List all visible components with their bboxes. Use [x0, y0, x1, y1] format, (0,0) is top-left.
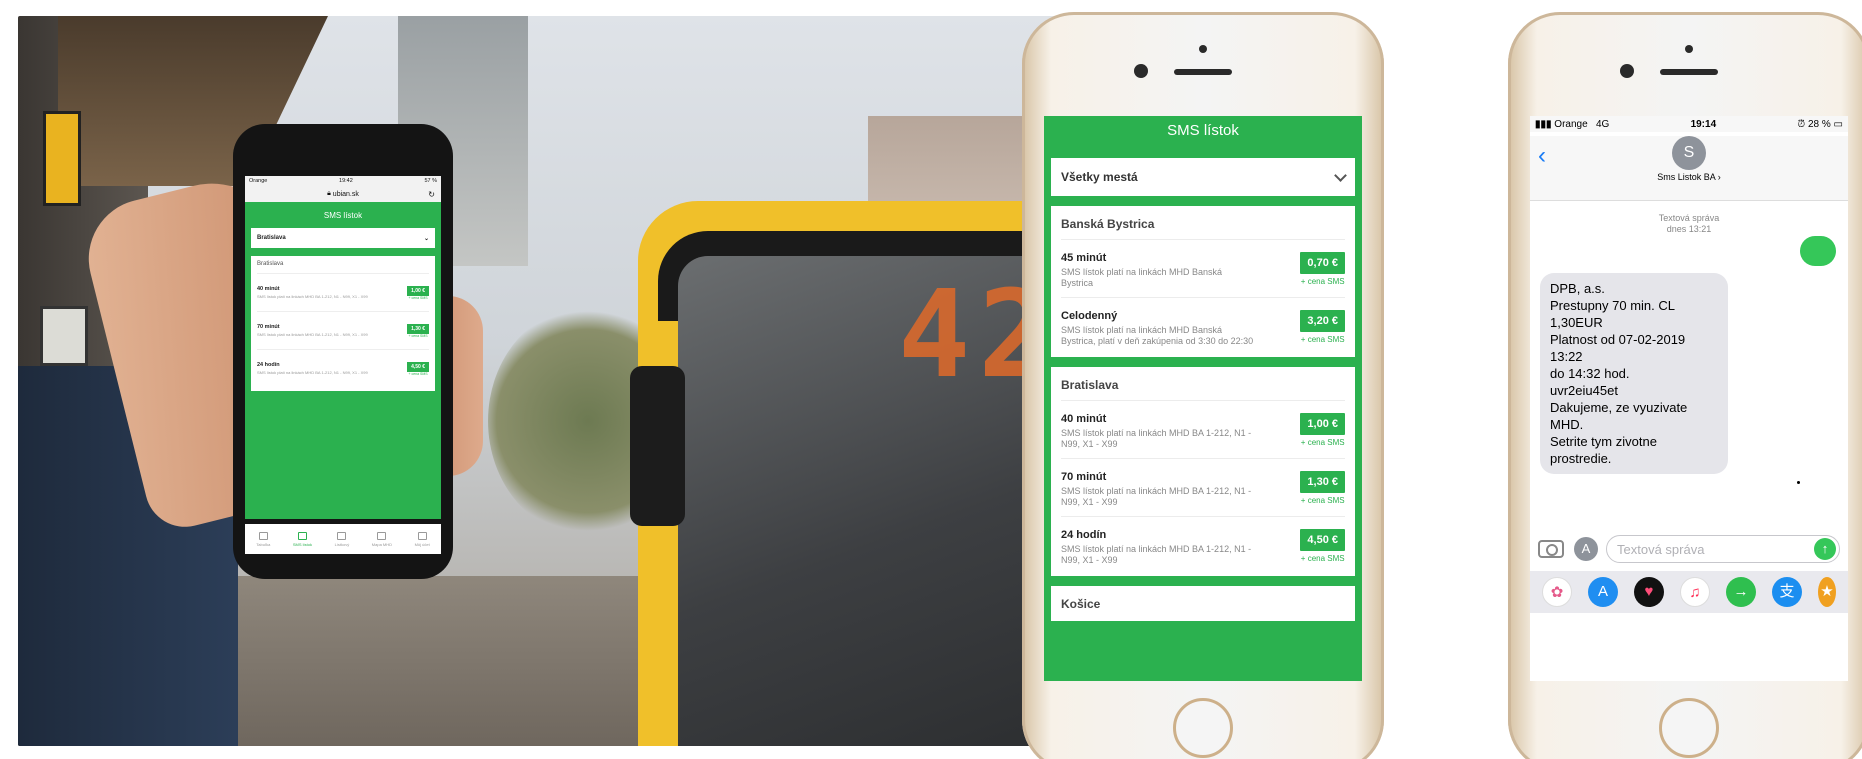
city-heading: Košice: [1061, 597, 1101, 611]
status-bar: ▮▮▮ Orange 4G 19:14 ⏰︎ 28 % ▭: [1530, 116, 1848, 132]
front-camera: [1134, 64, 1148, 78]
appstore-icon[interactable]: A: [1574, 537, 1598, 561]
bus-mirror: [630, 366, 685, 526]
extra-app-icon[interactable]: ★: [1818, 577, 1836, 607]
tab-timetable[interactable]: Tabuľka: [256, 531, 270, 547]
tab-sms-ticket[interactable]: SMS lístok: [293, 531, 312, 547]
proximity-sensor: [1685, 45, 1693, 53]
price-button[interactable]: 4,50 €: [407, 361, 429, 372]
signal-icon: ▮▮▮: [1535, 118, 1552, 130]
city-card-bratislava: Bratislava 40 minút SMS lístok platí na l…: [1051, 367, 1355, 576]
front-camera: [1620, 64, 1634, 78]
price-button[interactable]: 3,20 €: [1300, 310, 1345, 332]
status-bar: Orange 19:42 57 %: [245, 176, 441, 186]
home-button[interactable]: [1173, 698, 1233, 758]
stray-dot: [1797, 481, 1800, 484]
price-button[interactable]: 0,70 €: [1300, 252, 1345, 274]
user-icon: [417, 531, 427, 540]
street-photo: 42 Orange 19:42 57 % 🔒︎ ubian.sk ↻ SMS l…: [18, 16, 1088, 746]
price-button[interactable]: 1,30 €: [1300, 471, 1345, 493]
earpiece: [1174, 69, 1232, 75]
home-button[interactable]: [1659, 698, 1719, 758]
phone-frame-messages: ▮▮▮ Orange 4G 19:14 ⏰︎ 28 % ▭ ‹ S Sms Li…: [1508, 12, 1862, 759]
price-button[interactable]: 4,50 €: [1300, 529, 1345, 551]
avatar[interactable]: S: [1672, 136, 1706, 170]
proximity-sensor: [1199, 45, 1207, 53]
message-timestamp: Textová správa dnes 13:21: [1658, 213, 1720, 234]
street-sign: [43, 111, 81, 206]
page-title: SMS lístok: [1167, 122, 1239, 139]
handheld-phone: Orange 19:42 57 % 🔒︎ ubian.sk ↻ SMS líst…: [233, 124, 453, 579]
page-title: SMS lístok: [323, 211, 363, 220]
ticket-row[interactable]: Celodenný SMS lístok platí na linkách MHD…: [1061, 297, 1345, 355]
timetable-icon: [258, 531, 268, 540]
ticket-icon: [337, 531, 347, 540]
tab-bar: Tabuľka SMS lístok Lístkový Mapa MHD Môj…: [245, 524, 441, 554]
ticket-row[interactable]: 24 hodín SMS lístok platí na linkách MHD …: [257, 349, 429, 387]
transfer-app-icon[interactable]: →: [1726, 577, 1756, 607]
city-card-banska-bystrica: Banská Bystrica 45 minút SMS lístok platí…: [1051, 206, 1355, 357]
compose-bar: A Textová správa ↑: [1530, 534, 1848, 564]
tab-tickets[interactable]: Lístkový: [335, 531, 349, 547]
ticket-card: Bratislava 40 minút SMS lístok platí na l…: [251, 256, 435, 391]
map-icon: [377, 531, 387, 540]
battery-icon: ▭: [1833, 118, 1843, 130]
price-button[interactable]: 1,30 €: [407, 323, 429, 334]
ticket-row[interactable]: 70 minút SMS lístok platí na linkách MHD …: [257, 311, 429, 349]
trolleybus: 42: [638, 201, 1088, 746]
camera-icon[interactable]: [1538, 540, 1564, 558]
received-message-bubble[interactable]: DPB, a.s. Prestupny 70 min. CL 1,30EUR P…: [1540, 273, 1728, 474]
phone-frame-sms-app: SMS lístok Všetky mestá Banská Bystrica …: [1022, 12, 1384, 759]
tab-account[interactable]: Môj účet: [415, 531, 430, 547]
ticket-row[interactable]: 40 minút SMS lístok platí na linkách MHD …: [1061, 400, 1345, 458]
alarm-icon: ⏰︎: [1797, 118, 1806, 130]
city-heading: Banská Bystrica: [1061, 217, 1155, 231]
earpiece: [1660, 69, 1718, 75]
city-heading: Bratislava: [257, 261, 284, 267]
sms-ticket-screen: SMS lístok Všetky mestá Banská Bystrica …: [1044, 116, 1362, 681]
city-card-kosice: Košice: [1051, 586, 1355, 621]
house-number-sign: [40, 306, 88, 366]
photos-app-icon[interactable]: ✿: [1542, 577, 1572, 607]
message-input[interactable]: Textová správa ↑: [1606, 535, 1840, 563]
chevron-down-icon: ⌄: [423, 235, 429, 242]
lock-icon: 🔒︎: [327, 190, 331, 197]
composite-image: 42 Orange 19:42 57 % 🔒︎ ubian.sk ↻ SMS l…: [0, 0, 1862, 759]
price-button[interactable]: 1,00 €: [1300, 413, 1345, 435]
url-bar[interactable]: 🔒︎ ubian.sk ↻: [245, 186, 441, 202]
app-tray: ✿ A ♥ ♫ → 支 ★: [1530, 571, 1848, 613]
handheld-phone-screen: Orange 19:42 57 % 🔒︎ ubian.sk ↻ SMS líst…: [245, 176, 441, 519]
price-button[interactable]: 1,00 €: [407, 285, 429, 296]
messages-screen: ▮▮▮ Orange 4G 19:14 ⏰︎ 28 % ▭ ‹ S Sms Li…: [1530, 116, 1848, 681]
conversation-header: ‹ S Sms Listok BA ›: [1530, 136, 1848, 201]
send-icon[interactable]: ↑: [1814, 538, 1836, 560]
sms-icon: [297, 531, 307, 540]
city-select[interactable]: Všetky mestá: [1051, 158, 1355, 196]
city-heading: Bratislava: [1061, 378, 1119, 392]
ticket-row[interactable]: 24 hodín SMS lístok platí na linkách MHD …: [1061, 516, 1345, 574]
music-app-icon[interactable]: ♫: [1680, 577, 1710, 607]
city-select[interactable]: Bratislava ⌄: [251, 228, 435, 248]
contact-name[interactable]: Sms Listok BA ›: [1530, 172, 1848, 182]
heart-app-icon[interactable]: ♥: [1634, 577, 1664, 607]
chevron-down-icon: [1334, 168, 1347, 182]
ticket-row[interactable]: 45 minút SMS lístok platí na linkách MHD …: [1061, 239, 1345, 297]
sent-message-bubble[interactable]: [1800, 236, 1836, 266]
back-icon[interactable]: ‹: [1538, 142, 1546, 170]
ticket-row[interactable]: 70 minút SMS lístok platí na linkách MHD …: [1061, 458, 1345, 516]
reload-icon[interactable]: ↻: [428, 190, 435, 199]
alipay-app-icon[interactable]: 支: [1772, 577, 1802, 607]
appstore-app-icon[interactable]: A: [1588, 577, 1618, 607]
tab-map[interactable]: Mapa MHD: [372, 531, 392, 547]
ticket-row[interactable]: 40 minút SMS lístok platí na linkách MHD …: [257, 273, 429, 311]
